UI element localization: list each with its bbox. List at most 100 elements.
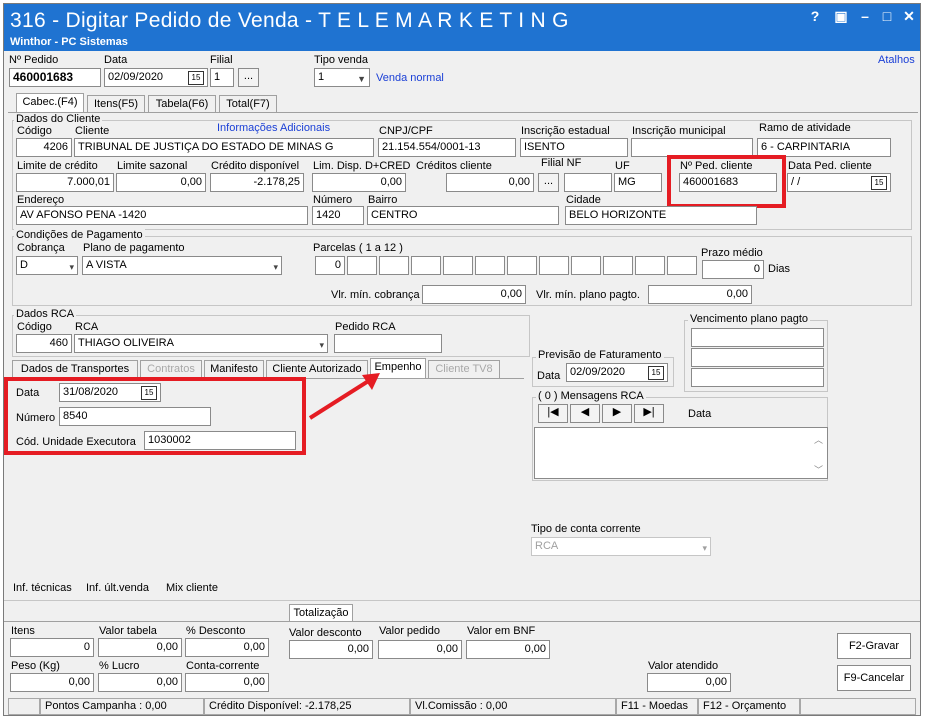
next-message-button[interactable]: ▶	[602, 404, 632, 423]
tab-tabela[interactable]: Tabela(F6)	[148, 95, 216, 113]
rca-select[interactable]: THIAGO OLIVEIRA ▾	[74, 334, 328, 353]
vencimento-field[interactable]	[691, 348, 824, 367]
vlr-plano-field[interactable]: 0,00	[648, 285, 752, 304]
parcela-field[interactable]	[571, 256, 601, 275]
atalhos-link[interactable]: Atalhos	[878, 54, 915, 66]
first-message-button[interactable]: |◀	[538, 404, 568, 423]
parcela-field[interactable]	[379, 256, 409, 275]
restore-icon[interactable]: ▣	[830, 8, 852, 25]
scroll-up-icon[interactable]: ︿	[814, 432, 823, 449]
calendar-icon[interactable]: 15	[648, 366, 664, 380]
itens-field[interactable]: 0	[10, 638, 94, 657]
data-ped-label: Data Ped. cliente	[788, 160, 872, 172]
last-message-button[interactable]: ▶|	[634, 404, 664, 423]
valor-pedido-label: Valor pedido	[379, 625, 440, 637]
tab-transportes[interactable]: Dados de Transportes	[12, 360, 138, 378]
filial-search-button[interactable]: ...	[238, 68, 259, 87]
parcela-field[interactable]	[347, 256, 377, 275]
uf-field[interactable]: MG	[614, 173, 662, 192]
conta-corrente-field[interactable]: 0,00	[185, 673, 269, 692]
parcela-field[interactable]	[635, 256, 665, 275]
rca-codigo-field[interactable]: 460	[16, 334, 72, 353]
tab-cabec[interactable]: Cabec.(F4)	[16, 93, 84, 113]
plano-select[interactable]: A VISTA ▾	[82, 256, 282, 275]
scroll-down-icon[interactable]: ﹀	[814, 462, 823, 478]
parcela-field[interactable]	[667, 256, 697, 275]
filial-field[interactable]: 1	[210, 68, 234, 87]
conta-label: Tipo de conta corrente	[531, 523, 641, 535]
prazo-label: Prazo médio	[701, 247, 763, 259]
cnpj-field[interactable]: 21.154.554/0001-13	[378, 138, 516, 157]
insc-est-field[interactable]: ISENTO	[520, 138, 628, 157]
tab-itens[interactable]: Itens(F5)	[87, 95, 145, 113]
prev-message-button[interactable]: ◀	[570, 404, 600, 423]
sazonal-field[interactable]: 0,00	[116, 173, 206, 192]
valor-bnf-field[interactable]: 0,00	[466, 640, 550, 659]
tab-manifesto[interactable]: Manifesto	[204, 360, 264, 378]
creditos-field[interactable]: 0,00	[446, 173, 534, 192]
lucro-field[interactable]: 0,00	[98, 673, 182, 692]
parcela-field[interactable]	[507, 256, 537, 275]
credito-field[interactable]: -2.178,25	[210, 173, 304, 192]
parcela-field[interactable]	[443, 256, 473, 275]
parcela-field[interactable]	[539, 256, 569, 275]
tab-contratos[interactable]: Contratos	[140, 360, 202, 378]
pedido-field[interactable]: 460001683	[9, 68, 101, 87]
cidade-field[interactable]: BELO HORIZONTE	[565, 206, 757, 225]
data-field[interactable]: 02/09/2020 15	[104, 68, 208, 87]
tab-total[interactable]: Total(F7)	[219, 95, 277, 113]
tipo-venda-select[interactable]: 1 ▼	[314, 68, 370, 87]
conta-select[interactable]: RCA ▾	[531, 537, 711, 556]
mix-cliente-link[interactable]: Mix cliente	[166, 582, 218, 594]
mensagens-text-area[interactable]: ︿ ﹀	[534, 427, 828, 479]
desconto-field[interactable]: 0,00	[185, 638, 269, 657]
bairro-field[interactable]: CENTRO	[367, 206, 559, 225]
minimize-button[interactable]: –	[854, 8, 876, 24]
valor-desconto-field[interactable]: 0,00	[289, 640, 373, 659]
tab-totalizacao[interactable]: Totalização	[289, 604, 353, 622]
parcela-field[interactable]	[603, 256, 633, 275]
codigo-field[interactable]: 4206	[16, 138, 72, 157]
cliente-field[interactable]: TRIBUNAL DE JUSTIÇA DO ESTADO DE MINAS G	[74, 138, 374, 157]
endereco-field[interactable]: AV AFONSO PENA -1420	[16, 206, 308, 225]
close-button[interactable]: ✕	[898, 8, 920, 25]
vencimento-field[interactable]	[691, 368, 824, 387]
parcela-field[interactable]	[475, 256, 505, 275]
creditos-button[interactable]: ...	[538, 173, 559, 192]
numero-field[interactable]: 1420	[312, 206, 364, 225]
highlight-empenho	[4, 377, 306, 455]
valor-atendido-field[interactable]: 0,00	[647, 673, 731, 692]
previsao-data-field[interactable]: 02/09/2020 15	[566, 363, 668, 382]
vencimento-field[interactable]	[691, 328, 824, 347]
gravar-button[interactable]: F2-Gravar	[837, 633, 911, 659]
maximize-button[interactable]: □	[876, 8, 898, 24]
cancelar-button[interactable]: F9-Cancelar	[837, 665, 911, 691]
valor-pedido-field[interactable]: 0,00	[378, 640, 462, 659]
desconto-label: % Desconto	[186, 625, 246, 637]
parcela-field[interactable]	[411, 256, 441, 275]
lim-disp-field[interactable]: 0,00	[312, 173, 406, 192]
valor-desconto-label: Valor desconto	[289, 627, 362, 639]
data-ped-field[interactable]: / / 15	[787, 173, 891, 192]
parcela-field[interactable]: 0	[315, 256, 345, 275]
help-button[interactable]: ?	[804, 8, 826, 24]
tab-divider	[8, 112, 918, 113]
limite-field[interactable]: 7.000,01	[16, 173, 114, 192]
info-adicionais-link[interactable]: Informações Adicionais	[217, 122, 330, 134]
status-moedas[interactable]: F11 - Moedas	[616, 698, 698, 715]
valor-tabela-field[interactable]: 0,00	[98, 638, 182, 657]
tab-cliente-tv8[interactable]: Cliente TV8	[428, 360, 500, 378]
vlr-cobranca-field[interactable]: 0,00	[422, 285, 526, 304]
calendar-icon[interactable]: 15	[188, 71, 204, 85]
status-orcamento[interactable]: F12 - Orçamento	[698, 698, 800, 715]
chevron-down-icon: ▾	[273, 262, 278, 272]
cobranca-select[interactable]: D ▾	[16, 256, 78, 275]
peso-field[interactable]: 0,00	[10, 673, 94, 692]
window-subtitle: Winthor - PC Sistemas	[10, 36, 128, 48]
filial-nf-field[interactable]	[564, 173, 612, 192]
inf-tecnicas-link[interactable]: Inf. técnicas	[13, 582, 72, 594]
calendar-icon[interactable]: 15	[871, 176, 887, 190]
prazo-field[interactable]: 0	[702, 260, 764, 279]
inf-ult-venda-link[interactable]: Inf. últ.venda	[86, 582, 149, 594]
pedido-rca-field[interactable]	[334, 334, 442, 353]
